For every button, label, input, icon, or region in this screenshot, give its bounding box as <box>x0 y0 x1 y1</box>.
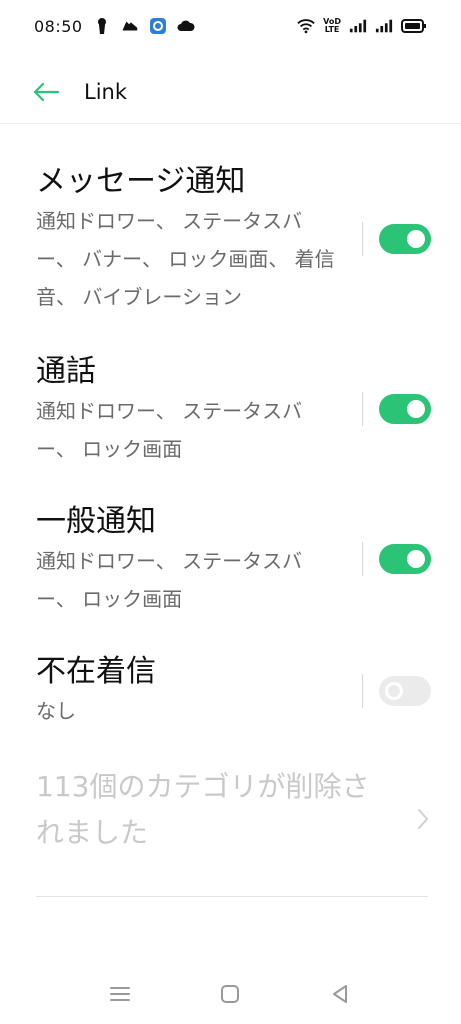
vertical-divider <box>362 542 363 576</box>
menu-icon <box>110 987 130 1001</box>
toggle-wrap <box>362 392 431 426</box>
status-bar: 08:50 VoD LTE <box>0 0 461 52</box>
volte-indicator: VoD LTE <box>323 18 341 34</box>
bottom-divider <box>36 896 428 897</box>
calls-toggle[interactable] <box>379 394 431 424</box>
status-right: VoD LTE <box>297 17 427 35</box>
battery-icon <box>401 17 427 35</box>
menu-button[interactable] <box>108 982 132 1006</box>
deleted-categories-row[interactable]: 113個のカテゴリが削除されました <box>36 764 431 860</box>
back-button[interactable] <box>30 76 62 108</box>
category-subtitle: 通知ドロワー、 ステータスバー、 バナー、 ロック画面、 着信音、 バイブレーシ… <box>36 209 335 309</box>
back-arrow-icon <box>33 82 60 101</box>
status-left: 08:50 <box>34 17 195 36</box>
category-subtitle: なし <box>36 699 76 723</box>
chevron-right-icon <box>417 798 429 844</box>
cloud-icon <box>177 17 195 35</box>
toggle-wrap <box>362 222 431 256</box>
toggle-wrap <box>362 674 431 708</box>
toggle-knob <box>407 230 425 248</box>
app-header: Link <box>0 60 461 124</box>
toggle-wrap <box>362 542 431 576</box>
notification-category-missed-calls[interactable]: 不在着信 なし <box>36 652 431 730</box>
screen: 08:50 VoD LTE Link メッセージ通知 通知ドロワー、 ステータス… <box>0 0 461 1024</box>
wifi-icon <box>297 17 315 35</box>
app-notification-icon <box>149 17 167 35</box>
toggle-knob <box>407 550 425 568</box>
category-title: 通話 <box>36 354 96 389</box>
messages-toggle[interactable] <box>379 224 431 254</box>
signal-icon-1 <box>349 17 367 35</box>
home-button[interactable] <box>218 982 242 1006</box>
home-icon <box>221 985 239 1003</box>
deleted-categories-label: 113個のカテゴリが削除されました <box>36 770 370 849</box>
page-title: Link <box>84 79 128 104</box>
status-time: 08:50 <box>34 16 83 36</box>
vertical-divider <box>362 674 363 708</box>
category-title: メッセージ通知 <box>36 164 246 199</box>
notification-category-general[interactable]: 一般通知 通知ドロワー、 ステータスバー、 ロック画面 <box>36 502 431 618</box>
notification-category-messages[interactable]: メッセージ通知 通知ドロワー、 ステータスバー、 バナー、 ロック画面、 着信音… <box>36 162 431 316</box>
toggle-knob <box>385 682 403 700</box>
back-nav-button[interactable] <box>328 982 352 1006</box>
category-subtitle: 通知ドロワー、 ステータスバー、 ロック画面 <box>36 399 303 461</box>
category-subtitle: 通知ドロワー、 ステータスバー、 ロック画面 <box>36 549 303 611</box>
vertical-divider <box>362 392 363 426</box>
keyhole-icon <box>93 17 111 35</box>
volte-bottom-label: LTE <box>324 25 340 34</box>
notification-category-calls[interactable]: 通話 通知ドロワー、 ステータスバー、 ロック画面 <box>36 352 431 468</box>
toggle-knob <box>407 400 425 418</box>
sneaker-icon <box>121 17 139 35</box>
vertical-divider <box>362 222 363 256</box>
general-toggle[interactable] <box>379 544 431 574</box>
missed-calls-toggle[interactable] <box>379 676 431 706</box>
signal-icon-2 <box>375 17 393 35</box>
category-title: 一般通知 <box>36 504 156 539</box>
system-nav-bar <box>0 972 461 1016</box>
back-triangle-icon <box>333 985 347 1003</box>
